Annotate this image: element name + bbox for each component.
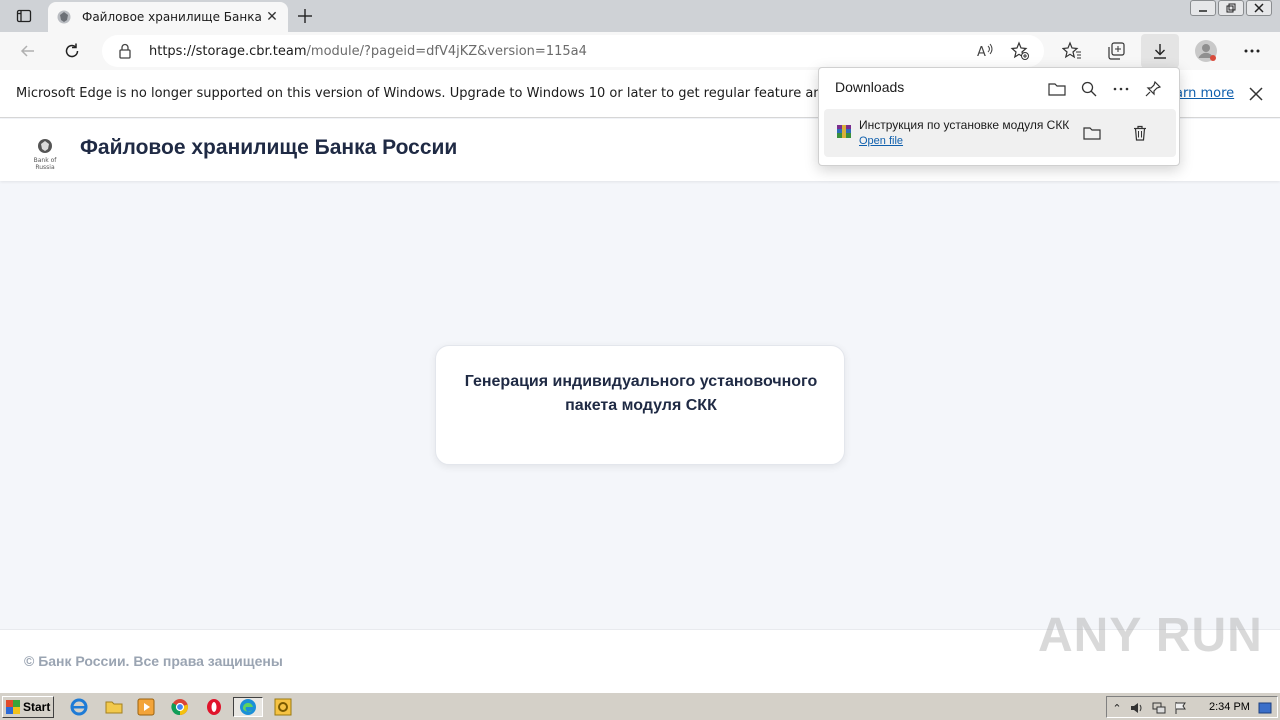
edge-taskbar-icon[interactable] [233,697,263,717]
downloads-flyout: Downloads Инструкция по установке модуля… [818,67,1180,166]
refresh-button[interactable] [58,37,86,65]
internet-explorer-icon[interactable] [68,697,90,717]
emblem-icon [38,139,52,153]
close-icon [1254,3,1264,13]
tray-expand-icon[interactable]: ⌃ [1109,700,1125,716]
read-aloud-icon[interactable]: A [976,41,996,61]
url-text[interactable]: https://storage.cbr.team/module/?pageid=… [149,44,587,59]
copyright-text: © Банк России. Все права защищены [24,653,283,669]
minimize-icon [1199,10,1207,12]
chrome-icon[interactable] [169,697,191,717]
open-file-link[interactable]: Open file [859,135,903,147]
tab-title: Файловое хранилище Банка Ро [82,10,264,24]
avatar-icon [1195,40,1217,62]
pin-icon[interactable] [1143,79,1163,99]
lock-icon[interactable] [118,43,132,63]
show-desktop-icon[interactable] [1257,700,1273,716]
more-dots-icon [1244,49,1260,53]
svg-text:A: A [977,45,986,59]
system-tray: ⌃ 2:34 PM [1106,696,1278,718]
delete-trash-icon[interactable] [1130,123,1150,143]
plus-icon [298,9,312,23]
collections-button[interactable] [1102,37,1130,65]
back-button[interactable] [14,37,42,65]
windows-taskbar: Start ⌃ 2:34 PM [0,692,1280,720]
close-window-button[interactable] [1246,0,1272,16]
tab-actions-button[interactable] [8,4,40,28]
restore-icon [1226,3,1236,13]
bank-of-russia-logo[interactable]: Bank of Russia [24,138,66,171]
open-downloads-folder-icon[interactable] [1047,79,1067,99]
windows-flag-icon [6,700,20,714]
window-controls [1190,0,1272,18]
infobar-learn-more-link[interactable]: arn more [1175,86,1234,101]
download-file-name: Инструкция по установке модуля СКК [859,118,1070,132]
start-button[interactable]: Start [2,696,54,718]
downloads-more-icon[interactable] [1111,79,1131,99]
infobar-close-icon[interactable] [1246,84,1266,104]
outlook-icon[interactable] [272,697,294,717]
settings-more-button[interactable] [1238,37,1266,65]
url-host: https://storage.cbr.team [149,44,307,59]
favorites-star-icon [1062,41,1081,59]
browser-tab-strip: Файловое хранилище Банка Ро ✕ [0,0,1280,32]
favorites-button[interactable] [1058,37,1086,65]
anyrun-watermark: ANY RUN [1038,609,1263,662]
new-tab-button[interactable] [292,4,318,28]
download-arrow-icon [1154,44,1166,59]
search-downloads-icon[interactable] [1079,79,1099,99]
add-favorite-icon[interactable] [1010,41,1030,61]
downloads-title: Downloads [835,79,905,95]
profile-button[interactable] [1192,37,1220,65]
logo-caption: Bank of Russia [33,157,57,171]
tab-actions-icon [16,9,32,23]
archive-file-icon [836,124,852,140]
minimize-button[interactable] [1190,0,1216,16]
browser-tab[interactable]: Файловое хранилище Банка Ро ✕ [48,2,288,32]
emblem-favicon-icon [56,9,72,25]
restore-button[interactable] [1218,0,1244,16]
browser-toolbar: https://storage.cbr.team/module/?pageid=… [0,32,1280,70]
volume-icon[interactable] [1129,700,1145,716]
site-title: Файловое хранилище Банка России [80,136,458,159]
file-explorer-icon[interactable] [103,697,125,717]
downloads-button[interactable] [1141,34,1179,68]
generation-status-text: Генерация индивидуального установочного … [464,373,818,414]
collections-icon [1108,42,1125,60]
show-in-folder-icon[interactable] [1082,123,1102,143]
download-item[interactable]: Инструкция по установке модуля СКК Open … [824,109,1176,157]
network-icon[interactable] [1151,700,1167,716]
refresh-icon [65,43,79,58]
action-center-flag-icon[interactable] [1173,700,1189,716]
infobar-message: Microsoft Edge is no longer supported on… [16,86,899,101]
start-label: Start [23,700,51,714]
address-bar[interactable]: https://storage.cbr.team/module/?pageid=… [102,35,1044,67]
url-path: /module/?pageid=dfV4jKZ&version=115a4 [306,44,587,59]
taskbar-clock[interactable]: 2:34 PM [1209,701,1250,713]
back-arrow-icon [20,45,34,57]
opera-icon[interactable] [203,697,225,717]
media-player-icon[interactable] [135,697,157,717]
tab-close-icon[interactable]: ✕ [264,9,280,25]
generation-card: Генерация индивидуального установочного … [435,345,845,465]
